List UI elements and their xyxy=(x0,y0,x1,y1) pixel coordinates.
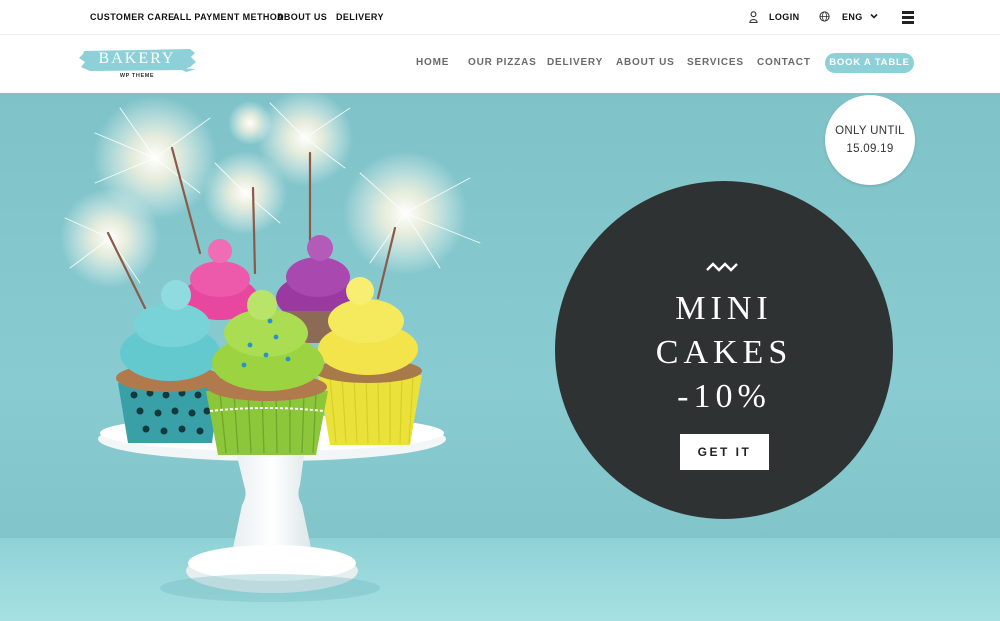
badge-date: 15.09.19 xyxy=(846,143,894,155)
hero-cupcakes-image xyxy=(60,93,481,602)
user-icon xyxy=(749,11,758,23)
payment-method-link[interactable]: ALL PAYMENT METHOD xyxy=(173,12,284,22)
book-a-table-button[interactable]: BOOK A TABLE xyxy=(825,53,914,73)
hamburger-menu-icon[interactable] xyxy=(902,11,914,24)
badge-label: ONLY UNTIL xyxy=(835,125,905,137)
logo-wordmark: BAKERY xyxy=(98,50,176,67)
promo-headline-line-2: CAKES xyxy=(655,334,793,371)
promo-circle: MINI CAKES -10% GET IT xyxy=(555,181,893,519)
chevron-down-icon[interactable] xyxy=(870,13,878,19)
bakery-logo[interactable]: BAKERY WP THEME xyxy=(78,47,198,83)
top-utility-bar: CUSTOMER CARE ALL PAYMENT METHOD ABOUT U… xyxy=(0,0,1000,35)
wave-ornament-icon xyxy=(706,262,738,272)
offer-badge: ONLY UNTIL 15.09.19 xyxy=(825,95,915,185)
logo-tagline: WP THEME xyxy=(119,73,155,79)
promo-headline-line-1: MINI xyxy=(675,290,773,327)
nav-item-contact[interactable]: CONTACT xyxy=(757,57,811,68)
nav-item-home[interactable]: HOME xyxy=(416,57,449,68)
globe-icon xyxy=(819,11,830,22)
nav-item-about-us[interactable]: ABOUT US xyxy=(616,57,675,68)
language-selector[interactable]: ENG xyxy=(842,12,863,22)
sparklers xyxy=(60,93,481,310)
promo-discount: -10% xyxy=(677,378,771,415)
nav-item-our-pizzas[interactable]: OUR PIZZAS xyxy=(468,57,537,68)
login-link[interactable]: LOGIN xyxy=(769,12,800,22)
nav-item-delivery[interactable]: DELIVERY xyxy=(547,57,603,68)
about-us-top-link[interactable]: ABOUT US xyxy=(277,12,327,22)
nav-item-services[interactable]: SERVICES xyxy=(687,57,744,68)
customer-care-link[interactable]: CUSTOMER CARE xyxy=(90,12,175,22)
delivery-top-link[interactable]: DELIVERY xyxy=(336,12,384,22)
get-it-button[interactable]: GET IT xyxy=(680,434,769,470)
